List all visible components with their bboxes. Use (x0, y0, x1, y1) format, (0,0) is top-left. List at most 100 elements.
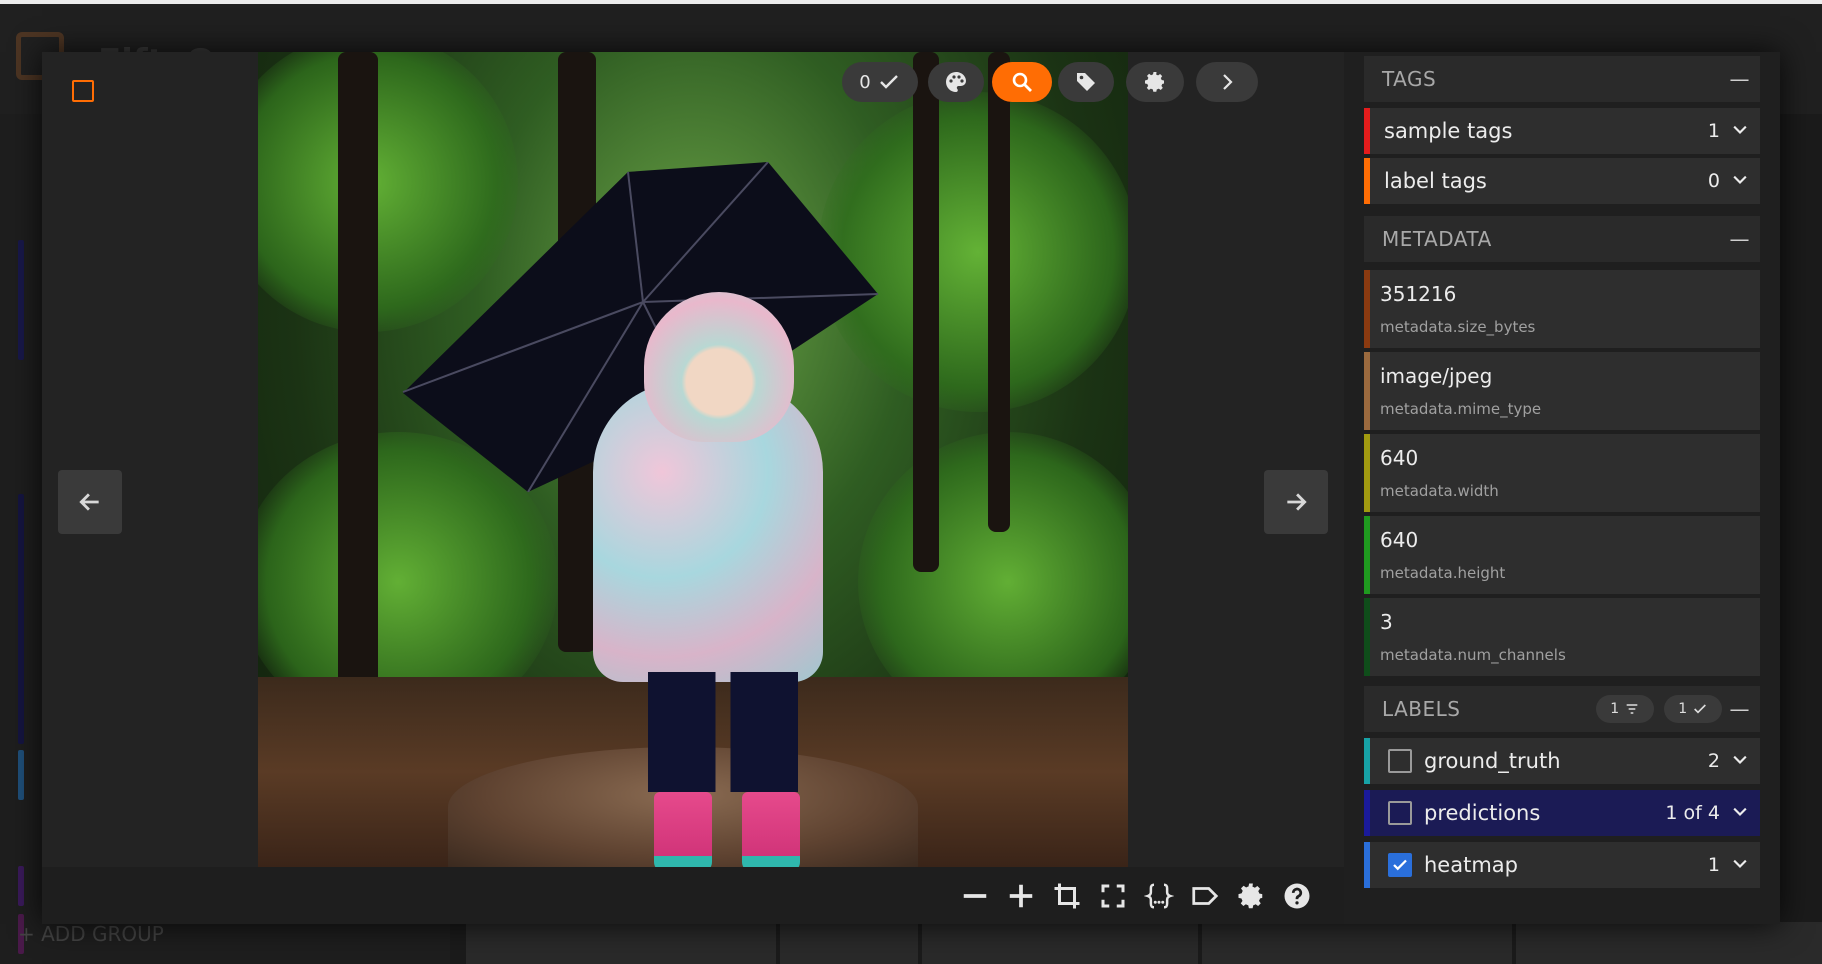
gear-icon (1238, 883, 1263, 909)
sample-image[interactable] (258, 52, 1128, 867)
tag-icon (1077, 73, 1095, 91)
field-value: 640 (1380, 528, 1419, 552)
color-stripe (1364, 158, 1370, 204)
row-count: 1 (1707, 854, 1720, 876)
collapse-labels-button[interactable]: — (1730, 697, 1751, 721)
color-stripe (1364, 352, 1370, 430)
search-button[interactable] (992, 62, 1052, 102)
zoom-out-button[interactable] (958, 879, 992, 913)
metadata-section-header[interactable]: METADATA — (1364, 216, 1760, 262)
fullscreen-button[interactable] (1096, 879, 1130, 913)
boot (742, 792, 800, 867)
labels-section-header[interactable]: LABELS 1 1 — (1364, 686, 1760, 732)
selected-count: 0 (859, 71, 871, 93)
metadata-field: image/jpeg metadata.mime_type (1364, 352, 1760, 430)
filter-count-pill[interactable]: 1 (1596, 695, 1654, 723)
ground-truth-checkbox[interactable] (1388, 749, 1412, 773)
field-key: metadata.height (1380, 564, 1506, 582)
looker-settings-button[interactable] (1234, 879, 1268, 913)
tree-trunk (913, 52, 939, 572)
chevron-down-icon[interactable] (1730, 120, 1750, 140)
sidebar-item-ground-truth[interactable]: ground_truth 2 (1364, 738, 1760, 784)
label-icon (1192, 887, 1219, 905)
add-group-link: + ADD GROUP (18, 922, 164, 946)
settings-button[interactable] (1126, 62, 1184, 102)
sidebar-item-label-tags[interactable]: label tags 0 (1364, 158, 1760, 204)
row-count: 1 (1707, 120, 1720, 142)
color-stripe (1364, 598, 1370, 676)
sample-modal: 0 TAGS — sample tags 1 label tags 0 META… (42, 52, 1780, 924)
next-sample-button[interactable] (1264, 470, 1328, 534)
filter-icon (1626, 704, 1638, 714)
image-viewer[interactable]: 0 (42, 52, 1344, 924)
gear-icon (1145, 72, 1164, 92)
metadata-title: METADATA (1382, 227, 1492, 251)
chevron-down-icon[interactable] (1730, 170, 1750, 190)
grid-thumb (780, 922, 918, 964)
chevron-down-icon[interactable] (1730, 854, 1750, 874)
help-icon (1284, 883, 1310, 909)
zoom-in-icon (1009, 884, 1033, 908)
sidebar-item-sample-tags[interactable]: sample tags 1 (1364, 108, 1760, 154)
boot (654, 792, 712, 867)
json-icon (1144, 883, 1174, 909)
heatmap-checkbox[interactable] (1388, 853, 1412, 877)
color-scheme-button[interactable] (928, 62, 984, 102)
check-icon (1393, 859, 1407, 871)
grid-thumb (1516, 922, 1822, 964)
row-label: ground_truth (1424, 749, 1561, 773)
field-key: metadata.size_bytes (1380, 318, 1536, 336)
collapse-metadata-button[interactable]: — (1730, 227, 1751, 251)
metadata-field: 351216 metadata.size_bytes (1364, 270, 1760, 348)
chevron-down-icon[interactable] (1730, 802, 1750, 822)
json-button[interactable] (1142, 879, 1176, 913)
filter-count: 1 (1610, 701, 1620, 717)
color-stripe (1364, 790, 1370, 836)
tags-title: TAGS (1382, 67, 1437, 91)
check-icon (879, 75, 898, 89)
color-stripe (1364, 516, 1370, 594)
check-icon (1693, 704, 1706, 714)
field-value: 3 (1380, 610, 1393, 634)
search-icon (1012, 72, 1032, 92)
help-button[interactable] (1280, 879, 1314, 913)
sample-sidebar: TAGS — sample tags 1 label tags 0 METADA… (1344, 52, 1780, 924)
top-controls: 0 (42, 62, 1344, 106)
bg-stripe (18, 750, 24, 800)
crop-button[interactable] (1050, 879, 1084, 913)
fullscreen-icon (1101, 884, 1125, 908)
sidebar-item-predictions[interactable]: predictions 1 of 4 (1364, 790, 1760, 836)
looker-controls (42, 867, 1344, 924)
chevron-down-icon[interactable] (1730, 750, 1750, 770)
tag-button[interactable] (1058, 62, 1114, 102)
visible-count-pill[interactable]: 1 (1664, 695, 1722, 723)
labels-title: LABELS (1382, 697, 1461, 721)
field-key: metadata.num_channels (1380, 646, 1566, 664)
bg-stripe (18, 240, 24, 360)
bg-stripe (18, 494, 24, 744)
row-label: predictions (1424, 801, 1541, 825)
metadata-field: 640 metadata.height (1364, 516, 1760, 594)
color-stripe (1364, 738, 1370, 784)
row-count: 1 of 4 (1665, 802, 1720, 824)
selected-count-button[interactable]: 0 (842, 62, 918, 102)
label-button[interactable] (1188, 879, 1222, 913)
previous-sample-button[interactable] (58, 470, 122, 534)
expand-sidebar-button[interactable] (1196, 62, 1258, 102)
tree-trunk (988, 52, 1010, 532)
crop-icon (1054, 883, 1080, 909)
collapse-tags-button[interactable]: — (1730, 67, 1751, 91)
bg-stripe (18, 866, 24, 906)
tags-section-header[interactable]: TAGS — (1364, 56, 1760, 102)
field-key: metadata.width (1380, 482, 1499, 500)
color-stripe (1364, 434, 1370, 512)
color-stripe (1364, 108, 1370, 154)
predictions-checkbox[interactable] (1388, 801, 1412, 825)
row-label: label tags (1384, 169, 1487, 193)
sidebar-item-heatmap[interactable]: heatmap 1 (1364, 842, 1760, 888)
color-stripe (1364, 270, 1370, 348)
field-value: image/jpeg (1380, 364, 1493, 388)
zoom-in-button[interactable] (1004, 879, 1038, 913)
row-count: 0 (1707, 170, 1720, 192)
grid-thumb (1202, 922, 1512, 964)
